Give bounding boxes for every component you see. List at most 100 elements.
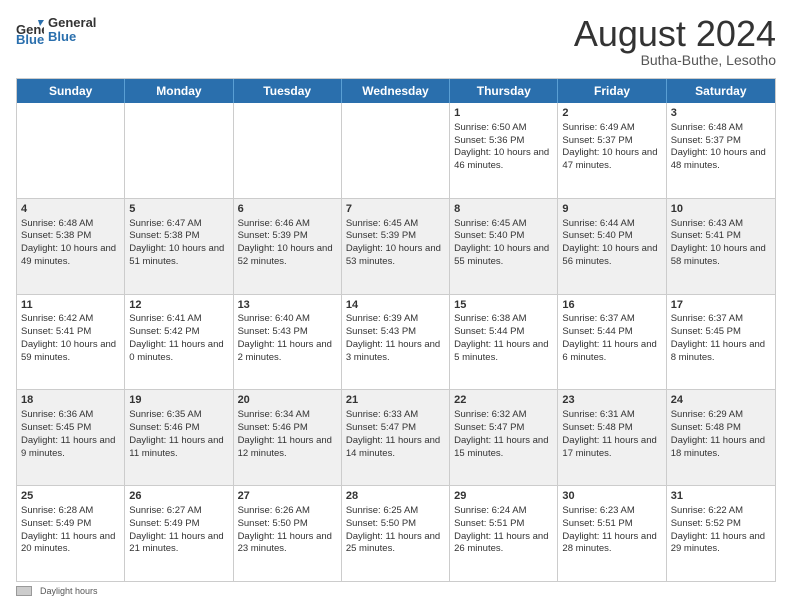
day-info: Sunrise: 6:25 AM [346, 505, 445, 518]
day-info: Daylight: 10 hours and 58 minutes. [671, 243, 771, 269]
day-number: 10 [671, 202, 771, 217]
cal-cell-1-5: 9Sunrise: 6:44 AMSunset: 5:40 PMDaylight… [558, 199, 666, 294]
day-info: Daylight: 10 hours and 53 minutes. [346, 243, 445, 269]
calendar-row-0: 1Sunrise: 6:50 AMSunset: 5:36 PMDaylight… [17, 103, 775, 198]
day-info: Daylight: 11 hours and 2 minutes. [238, 339, 337, 365]
day-info: Daylight: 10 hours and 52 minutes. [238, 243, 337, 269]
day-info: Daylight: 11 hours and 21 minutes. [129, 531, 228, 557]
cal-cell-4-3: 28Sunrise: 6:25 AMSunset: 5:50 PMDayligh… [342, 486, 450, 581]
day-info: Sunset: 5:41 PM [21, 326, 120, 339]
day-number: 8 [454, 202, 553, 217]
cal-cell-3-0: 18Sunrise: 6:36 AMSunset: 5:45 PMDayligh… [17, 390, 125, 485]
day-info: Sunset: 5:40 PM [562, 230, 661, 243]
calendar-row-2: 11Sunrise: 6:42 AMSunset: 5:41 PMDayligh… [17, 294, 775, 390]
day-info: Sunrise: 6:29 AM [671, 409, 771, 422]
cal-cell-4-1: 26Sunrise: 6:27 AMSunset: 5:49 PMDayligh… [125, 486, 233, 581]
day-info: Sunrise: 6:40 AM [238, 313, 337, 326]
page: General Blue General Blue August 2024 Bu… [0, 0, 792, 612]
cal-cell-0-6: 3Sunrise: 6:48 AMSunset: 5:37 PMDaylight… [667, 103, 775, 198]
day-number: 16 [562, 298, 661, 313]
day-info: Daylight: 11 hours and 11 minutes. [129, 435, 228, 461]
day-info: Sunset: 5:37 PM [671, 135, 771, 148]
day-info: Daylight: 11 hours and 23 minutes. [238, 531, 337, 557]
logo: General Blue General Blue [16, 16, 96, 45]
day-info: Sunrise: 6:35 AM [129, 409, 228, 422]
day-info: Sunset: 5:47 PM [346, 422, 445, 435]
header-day-monday: Monday [125, 79, 233, 103]
cal-cell-0-3 [342, 103, 450, 198]
day-number: 4 [21, 202, 120, 217]
day-info: Sunset: 5:50 PM [346, 518, 445, 531]
day-number: 5 [129, 202, 228, 217]
cal-cell-3-3: 21Sunrise: 6:33 AMSunset: 5:47 PMDayligh… [342, 390, 450, 485]
day-info: Daylight: 10 hours and 55 minutes. [454, 243, 553, 269]
cal-cell-2-6: 17Sunrise: 6:37 AMSunset: 5:45 PMDayligh… [667, 295, 775, 390]
day-info: Daylight: 11 hours and 26 minutes. [454, 531, 553, 557]
cal-cell-1-4: 8Sunrise: 6:45 AMSunset: 5:40 PMDaylight… [450, 199, 558, 294]
day-info: Daylight: 11 hours and 17 minutes. [562, 435, 661, 461]
day-info: Sunrise: 6:27 AM [129, 505, 228, 518]
logo-general: General [48, 16, 96, 30]
cal-cell-2-5: 16Sunrise: 6:37 AMSunset: 5:44 PMDayligh… [558, 295, 666, 390]
day-info: Sunrise: 6:32 AM [454, 409, 553, 422]
day-info: Sunset: 5:38 PM [129, 230, 228, 243]
day-number: 1 [454, 106, 553, 121]
cal-cell-4-4: 29Sunrise: 6:24 AMSunset: 5:51 PMDayligh… [450, 486, 558, 581]
day-number: 14 [346, 298, 445, 313]
day-info: Sunset: 5:52 PM [671, 518, 771, 531]
daylight-label: Daylight hours [40, 586, 98, 596]
cal-cell-2-1: 12Sunrise: 6:41 AMSunset: 5:42 PMDayligh… [125, 295, 233, 390]
day-info: Sunrise: 6:41 AM [129, 313, 228, 326]
cal-cell-1-2: 6Sunrise: 6:46 AMSunset: 5:39 PMDaylight… [234, 199, 342, 294]
day-number: 30 [562, 489, 661, 504]
logo-icon: General Blue [16, 16, 44, 44]
day-info: Sunset: 5:38 PM [21, 230, 120, 243]
day-info: Sunset: 5:39 PM [346, 230, 445, 243]
day-info: Daylight: 10 hours and 59 minutes. [21, 339, 120, 365]
day-info: Sunset: 5:50 PM [238, 518, 337, 531]
header-day-tuesday: Tuesday [234, 79, 342, 103]
day-number: 23 [562, 393, 661, 408]
calendar-row-1: 4Sunrise: 6:48 AMSunset: 5:38 PMDaylight… [17, 198, 775, 294]
day-info: Daylight: 11 hours and 8 minutes. [671, 339, 771, 365]
cal-cell-0-1 [125, 103, 233, 198]
day-info: Sunrise: 6:46 AM [238, 218, 337, 231]
day-info: Daylight: 11 hours and 25 minutes. [346, 531, 445, 557]
day-info: Sunset: 5:51 PM [562, 518, 661, 531]
day-info: Sunrise: 6:48 AM [21, 218, 120, 231]
day-info: Daylight: 10 hours and 56 minutes. [562, 243, 661, 269]
header-day-saturday: Saturday [667, 79, 775, 103]
day-info: Sunset: 5:44 PM [454, 326, 553, 339]
day-number: 3 [671, 106, 771, 121]
header: General Blue General Blue August 2024 Bu… [16, 16, 776, 68]
cal-cell-0-2 [234, 103, 342, 198]
day-info: Sunrise: 6:37 AM [562, 313, 661, 326]
cal-cell-1-6: 10Sunrise: 6:43 AMSunset: 5:41 PMDayligh… [667, 199, 775, 294]
day-info: Sunset: 5:49 PM [21, 518, 120, 531]
day-info: Sunrise: 6:24 AM [454, 505, 553, 518]
cal-cell-2-2: 13Sunrise: 6:40 AMSunset: 5:43 PMDayligh… [234, 295, 342, 390]
day-number: 25 [21, 489, 120, 504]
day-info: Sunset: 5:42 PM [129, 326, 228, 339]
day-info: Daylight: 10 hours and 47 minutes. [562, 147, 661, 173]
day-number: 13 [238, 298, 337, 313]
cal-cell-1-1: 5Sunrise: 6:47 AMSunset: 5:38 PMDaylight… [125, 199, 233, 294]
day-number: 28 [346, 489, 445, 504]
day-info: Sunrise: 6:43 AM [671, 218, 771, 231]
day-info: Sunset: 5:40 PM [454, 230, 553, 243]
day-info: Sunrise: 6:38 AM [454, 313, 553, 326]
day-info: Sunset: 5:48 PM [671, 422, 771, 435]
day-info: Daylight: 11 hours and 14 minutes. [346, 435, 445, 461]
day-info: Daylight: 11 hours and 5 minutes. [454, 339, 553, 365]
cal-cell-2-3: 14Sunrise: 6:39 AMSunset: 5:43 PMDayligh… [342, 295, 450, 390]
day-info: Sunrise: 6:22 AM [671, 505, 771, 518]
day-number: 7 [346, 202, 445, 217]
calendar-row-4: 25Sunrise: 6:28 AMSunset: 5:49 PMDayligh… [17, 485, 775, 581]
day-info: Daylight: 11 hours and 15 minutes. [454, 435, 553, 461]
day-info: Sunrise: 6:37 AM [671, 313, 771, 326]
cal-cell-4-0: 25Sunrise: 6:28 AMSunset: 5:49 PMDayligh… [17, 486, 125, 581]
day-info: Sunset: 5:46 PM [238, 422, 337, 435]
day-info: Sunrise: 6:45 AM [346, 218, 445, 231]
day-info: Sunrise: 6:50 AM [454, 122, 553, 135]
day-info: Sunrise: 6:47 AM [129, 218, 228, 231]
